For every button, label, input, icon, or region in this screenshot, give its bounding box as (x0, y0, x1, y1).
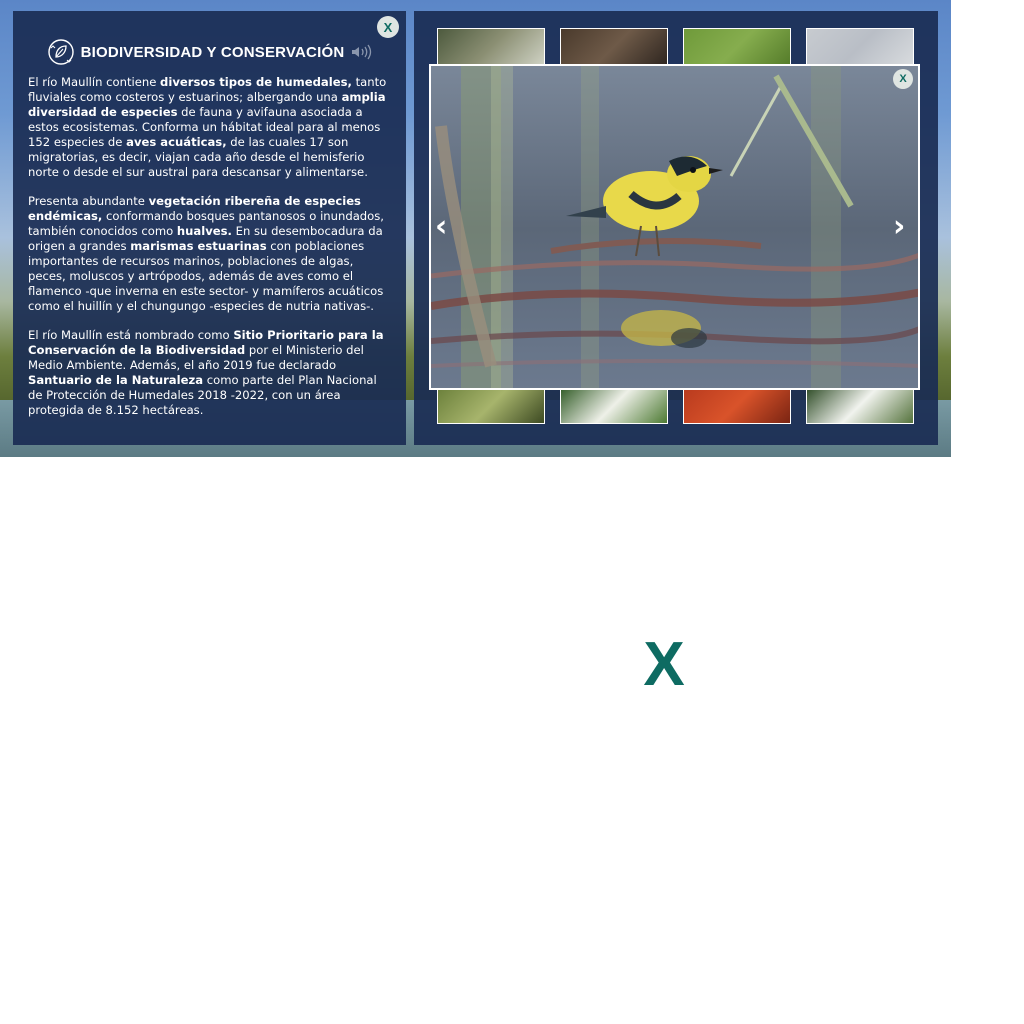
info-text: El río Maullín contiene (28, 75, 161, 89)
info-text-bold: hualves. (176, 224, 232, 238)
info-text: Presenta abundante (28, 194, 149, 208)
info-text-bold: diversos tipos de humedales, (160, 75, 352, 89)
info-panel-body: El río Maullín contiene diversos tipos d… (28, 75, 390, 432)
bird-photo (431, 66, 918, 388)
large-close-button[interactable]: X (638, 633, 690, 693)
info-text: El río Maullín está nombrado como (28, 328, 234, 342)
info-paragraph: El río Maullín está nombrado como Sitio … (28, 328, 390, 418)
info-paragraph: El río Maullín contiene diversos tipos d… (28, 75, 390, 180)
info-panel-title: BIODIVERSIDAD Y CONSERVACIÓN (80, 43, 345, 61)
audio-speaker-icon[interactable] (350, 44, 372, 60)
gallery-thumbnail[interactable] (560, 386, 668, 424)
info-text-bold: aves acuáticas, (126, 135, 227, 149)
close-panel-button[interactable]: X (377, 16, 399, 38)
gallery-thumbnail[interactable] (437, 386, 545, 424)
info-panel-header: BIODIVERSIDAD Y CONSERVACIÓN (13, 38, 406, 66)
previous-photo-button[interactable]: ‹ (435, 212, 447, 242)
leaf-cycle-icon (47, 39, 74, 65)
gallery-thumbnail[interactable] (560, 28, 668, 66)
info-text-bold: Santuario de la Naturaleza (28, 373, 204, 387)
gallery-thumbnail[interactable] (683, 28, 791, 66)
next-photo-button[interactable]: › (893, 212, 905, 242)
gallery-thumbnail[interactable] (806, 28, 914, 66)
large-close-label: X (643, 633, 684, 693)
close-lightbox-button[interactable]: X (893, 69, 913, 89)
info-panel: BIODIVERSIDAD Y CONSERVACIÓN El río Maul… (13, 11, 406, 445)
gallery-thumbnail[interactable] (683, 386, 791, 424)
info-paragraph: Presenta abundante vegetación ribereña d… (28, 194, 390, 314)
gallery-thumbnail[interactable] (437, 28, 545, 66)
photo-lightbox (429, 64, 920, 390)
gallery-thumbnail[interactable] (806, 386, 914, 424)
info-text-bold: marismas estuarinas (130, 239, 267, 253)
